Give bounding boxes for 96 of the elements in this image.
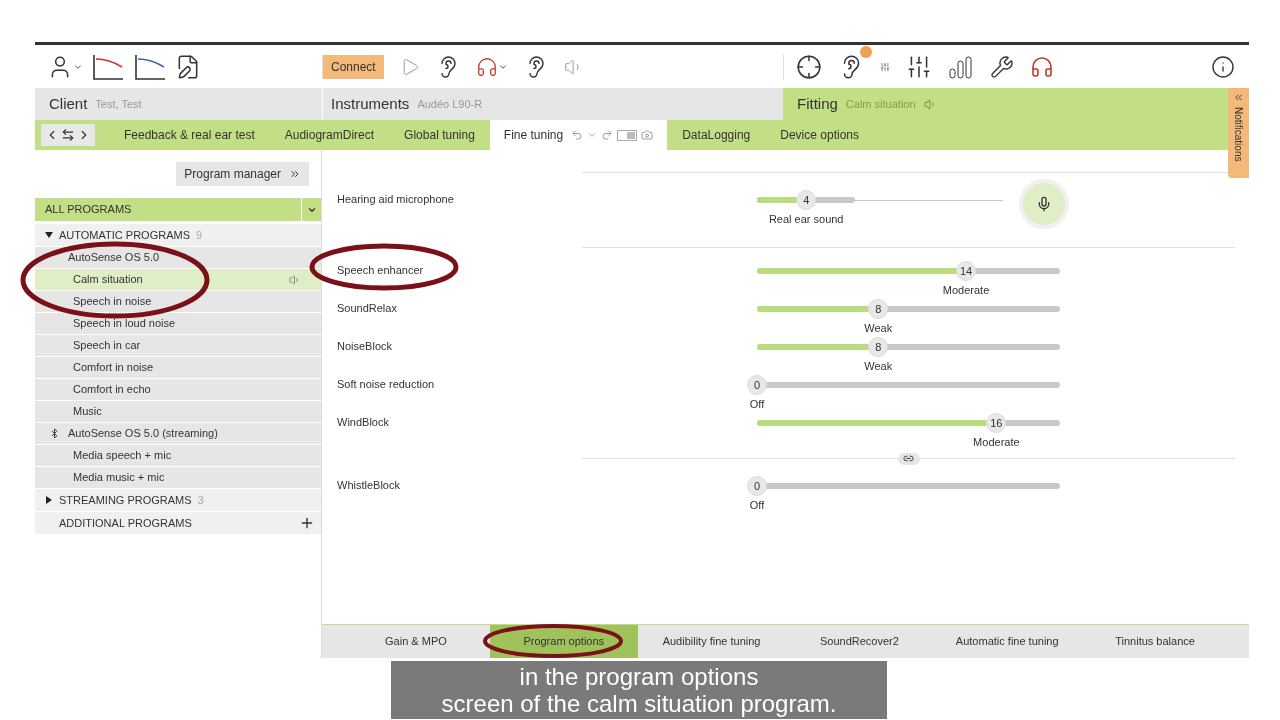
slider-caption: Real ear sound xyxy=(768,212,844,227)
program-count: 9 xyxy=(196,227,203,243)
connect-button[interactable]: Connect xyxy=(323,54,384,79)
crosshair-icon[interactable] xyxy=(796,53,822,80)
slider-caption: Off xyxy=(749,498,765,513)
double-chevron-icon xyxy=(289,168,301,180)
wrench-icon[interactable] xyxy=(990,54,1014,79)
program-item[interactable]: Speech in noise xyxy=(35,291,321,313)
program-family[interactable]: AutoSense OS 5.0 (streaming) xyxy=(35,423,321,445)
caption-line: in the program options xyxy=(519,663,759,690)
client-name: Test, Test xyxy=(95,96,142,112)
program-family[interactable]: AutoSense OS 5.0 xyxy=(35,247,321,269)
tab-label: Device options xyxy=(780,127,859,144)
slider[interactable]: 16 xyxy=(747,413,1070,433)
link-icon xyxy=(903,453,914,464)
microphone-direction-icon xyxy=(1019,179,1069,229)
setting-label: SoundRelax xyxy=(336,301,398,316)
program-item[interactable]: Media speech + mic xyxy=(35,445,321,467)
setting-label: NoiseBlock xyxy=(336,339,394,354)
program-manager-button[interactable]: Program manager xyxy=(176,162,309,186)
slider-thumb[interactable]: 8 xyxy=(868,299,889,319)
info-icon[interactable] xyxy=(1211,54,1235,79)
tab-label: AudiogramDirect xyxy=(284,127,375,144)
slider-thumb[interactable]: 4 xyxy=(796,190,817,210)
tab-label: Fine tuning xyxy=(503,127,564,144)
group-label: ADDITIONAL PROGRAMS xyxy=(59,515,192,531)
nav-tab[interactable]: Global tuning xyxy=(389,120,490,150)
slider-thumb[interactable]: 16 xyxy=(986,413,1007,433)
setting-label: Speech enhancer xyxy=(336,263,425,278)
caption-line: screen of the calm situation program. xyxy=(441,690,837,717)
program-item[interactable]: Music xyxy=(35,401,321,423)
slider-thumb[interactable]: 8 xyxy=(868,337,889,357)
program-group-header[interactable]: STREAMING PROGRAMS 3 xyxy=(35,489,321,512)
bottom-tab[interactable]: Gain & MPO xyxy=(342,625,490,658)
program-count: 3 xyxy=(197,492,204,508)
hearing-aid-icon[interactable] xyxy=(475,55,508,78)
group-label: STREAMING PROGRAMS xyxy=(59,492,192,508)
slider[interactable]: 0 xyxy=(747,476,1070,496)
program-item[interactable]: Calm situation xyxy=(35,269,321,291)
program-item[interactable]: Speech in car xyxy=(35,335,321,357)
slider[interactable]: 4 xyxy=(747,190,1013,210)
tab-label: Feedback & real ear test xyxy=(124,127,255,144)
slider[interactable]: 8 xyxy=(747,299,1070,319)
slider[interactable]: 14 xyxy=(747,261,1070,281)
audiogram-icon[interactable] xyxy=(133,52,167,81)
redo-icon[interactable] xyxy=(601,129,614,141)
double-chevron-icon xyxy=(1233,92,1244,103)
section-title: Instruments xyxy=(331,93,410,114)
slider-thumb[interactable]: 0 xyxy=(747,476,767,496)
right-triangle-icon[interactable] xyxy=(45,496,53,504)
nav-tab[interactable]: Fine tuning xyxy=(489,120,668,150)
bottom-tab[interactable]: Audibility fine tuning xyxy=(637,625,786,658)
group-label: AUTOMATIC PROGRAMS xyxy=(59,227,190,243)
section-title: Fitting xyxy=(797,93,838,114)
program-item[interactable]: Comfort in echo xyxy=(35,379,321,401)
program-name: Calm situation xyxy=(845,96,916,112)
slider[interactable]: 8 xyxy=(747,337,1070,357)
bluetooth-icon xyxy=(49,428,60,439)
slider[interactable]: 0 xyxy=(747,375,1070,395)
bars-icon[interactable] xyxy=(948,54,974,79)
slider-caption: Off xyxy=(749,397,765,412)
speaker-icon xyxy=(289,273,301,286)
program-item[interactable]: Media music + mic xyxy=(35,467,321,489)
section-title: Client xyxy=(49,93,88,114)
nav-tab[interactable]: DataLogging xyxy=(667,120,766,150)
down-triangle-icon[interactable] xyxy=(45,231,53,239)
program-filter-dropdown[interactable]: ALL PROGRAMS xyxy=(35,198,321,221)
program-item[interactable]: Speech in loud noise xyxy=(35,313,321,335)
link-toggle[interactable] xyxy=(897,452,920,465)
nav-tab[interactable]: Device options xyxy=(765,120,874,150)
bottom-tab[interactable]: SoundRecover2 xyxy=(785,625,934,658)
add-icon[interactable] xyxy=(299,515,315,531)
slider-caption: Moderate xyxy=(942,283,990,298)
nav-arrows[interactable] xyxy=(41,124,95,146)
undo-icon[interactable] xyxy=(571,129,584,141)
program-item[interactable]: Comfort in noise xyxy=(35,357,321,379)
speaker-icon xyxy=(923,97,937,111)
slider-caption: Weak xyxy=(864,359,893,374)
notifications-tab[interactable]: Notifications xyxy=(1228,88,1249,178)
tab-label: DataLogging xyxy=(682,127,751,144)
nav-tab[interactable]: Feedback & real ear test xyxy=(109,120,270,150)
audiogram-icon[interactable] xyxy=(91,52,125,81)
bottom-tab[interactable]: Tinnitus balance xyxy=(1081,625,1229,658)
headset-icon[interactable] xyxy=(1030,54,1054,79)
bottom-tab[interactable]: Automatic fine tuning xyxy=(933,625,1082,658)
nav-tab[interactable]: AudiogramDirect xyxy=(269,120,390,150)
program-group-header[interactable]: AUTOMATIC PROGRAMS 9 xyxy=(35,224,321,247)
program-group-header[interactable]: ADDITIONAL PROGRAMS xyxy=(35,512,321,535)
setting-label: Hearing aid microphone xyxy=(336,192,455,207)
slider-caption: Moderate xyxy=(973,435,1020,450)
slider-thumb[interactable]: 14 xyxy=(956,261,977,281)
instrument-model: Audéo L90-R xyxy=(417,96,483,112)
tab-label: Global tuning xyxy=(404,127,475,144)
setting-label: WindBlock xyxy=(336,415,390,430)
slider-thumb[interactable]: 0 xyxy=(747,375,767,395)
slider-caption: Weak xyxy=(864,321,893,336)
